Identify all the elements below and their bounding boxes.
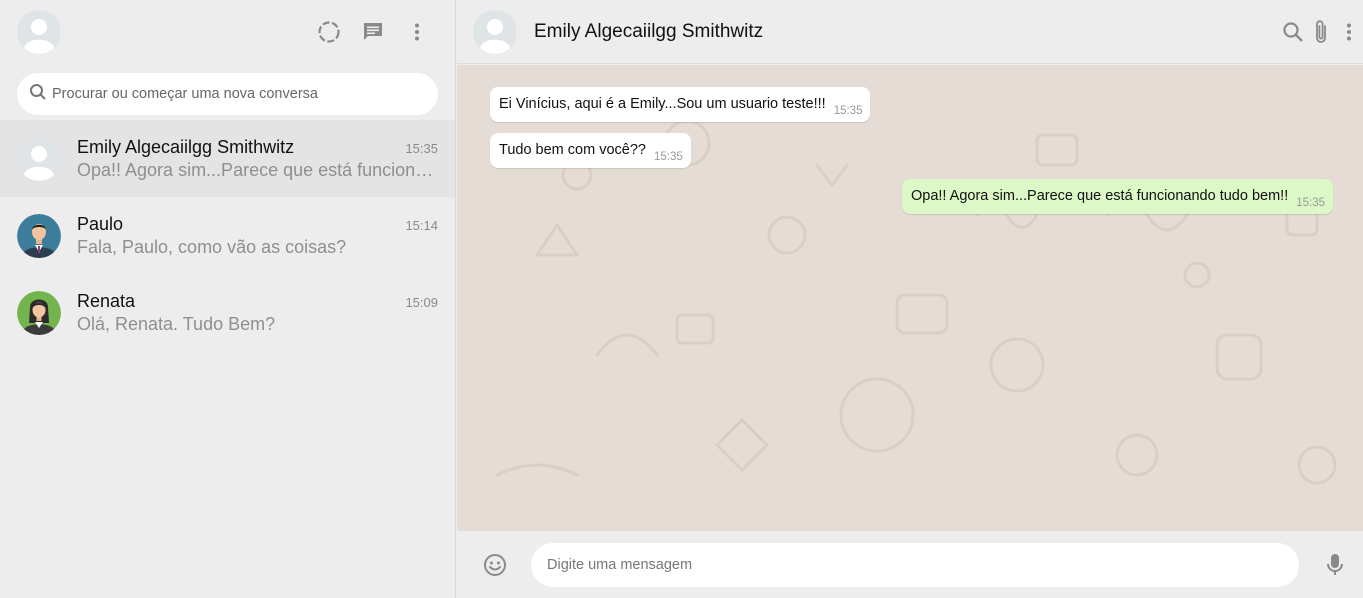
chat-list: Emily Algecaiilgg Smithwitz 15:35 Opa!! …	[0, 120, 455, 351]
menu-icon[interactable]	[395, 10, 439, 54]
chat-top: Renata 15:09	[77, 291, 438, 312]
message-bubble[interactable]: Tudo bem com você?? 15:35	[490, 133, 691, 168]
search-area	[0, 64, 455, 120]
message-incoming: Ei Vinícius, aqui é a Emily...Sou um usu…	[490, 87, 1333, 122]
message-text: Ei Vinícius, aqui é a Emily...Sou um usu…	[499, 96, 826, 112]
chat-info: Emily Algecaiilgg Smithwitz 15:35 Opa!! …	[77, 137, 438, 181]
chat-item-renata[interactable]: Renata 15:09 Olá, Renata. Tudo Bem?	[0, 274, 455, 351]
search-icon	[29, 83, 47, 106]
message-bubble[interactable]: Ei Vinícius, aqui é a Emily...Sou um usu…	[490, 87, 871, 122]
message-text: Tudo bem com você??	[499, 142, 646, 158]
search-icon[interactable]	[1279, 10, 1307, 54]
message-text: Opa!! Agora sim...Parece que está funcio…	[910, 188, 1289, 204]
sidebar-header	[0, 0, 455, 64]
message-bubble[interactable]: Opa!! Agora sim...Parece que está funcio…	[901, 179, 1333, 214]
default-avatar	[17, 136, 61, 181]
message-time: 15:35	[833, 105, 863, 117]
message-incoming: Tudo bem com você?? 15:35	[490, 133, 1333, 168]
status-icon[interactable]	[307, 10, 351, 54]
chat-last-message: Olá, Renata. Tudo Bem?	[77, 313, 276, 334]
search-input[interactable]	[52, 86, 426, 102]
conversation-actions	[1279, 10, 1363, 54]
chat-info: Renata 15:09 Olá, Renata. Tudo Bem?	[77, 291, 438, 335]
chat-last-message: Fala, Paulo, como vão as coisas?	[77, 236, 347, 257]
message-input[interactable]	[531, 542, 1299, 587]
chat-last-message: Opa!! Agora sim...Parece que está funcio…	[77, 159, 438, 180]
chat-item-emily[interactable]: Emily Algecaiilgg Smithwitz 15:35 Opa!! …	[0, 120, 455, 197]
chat-name: Paulo	[77, 213, 124, 234]
search-box	[17, 73, 438, 115]
mic-icon[interactable]	[1321, 543, 1349, 587]
chat-top: Emily Algecaiilgg Smithwitz 15:35	[77, 137, 438, 158]
composer	[457, 531, 1363, 598]
sidebar: Emily Algecaiilgg Smithwitz 15:35 Opa!! …	[0, 0, 456, 598]
chat-time: 15:14	[405, 217, 438, 233]
message-time: 15:35	[653, 151, 683, 163]
man-avatar	[17, 213, 61, 258]
emoji-icon[interactable]	[481, 543, 509, 587]
chat-top: Paulo 15:14	[77, 214, 438, 235]
sidebar-actions	[307, 10, 439, 54]
message-outgoing: Opa!! Agora sim...Parece que está funcio…	[490, 179, 1333, 214]
chat-time: 15:35	[405, 140, 438, 156]
contact-avatar[interactable]	[473, 9, 517, 54]
chat-item-paulo[interactable]: Paulo 15:14 Fala, Paulo, como vão as coi…	[0, 197, 455, 274]
attach-icon[interactable]	[1307, 10, 1335, 54]
my-avatar[interactable]	[17, 10, 61, 54]
conversation-header: Emily Algecaiilgg Smithwitz	[457, 0, 1363, 64]
chat-info: Paulo 15:14 Fala, Paulo, como vão as coi…	[77, 214, 438, 258]
chat-time: 15:09	[405, 294, 438, 310]
menu-icon[interactable]	[1335, 10, 1363, 54]
conversation-panel: Emily Algecaiilgg Smithwitz Ei Vinícius,…	[457, 0, 1363, 598]
message-time: 15:35	[1296, 197, 1325, 209]
chat-name: Renata	[77, 290, 136, 311]
woman-avatar	[17, 290, 61, 335]
contact-name[interactable]: Emily Algecaiilgg Smithwitz	[534, 21, 763, 43]
message-area: Ei Vinícius, aqui é a Emily...Sou um usu…	[457, 65, 1363, 531]
new-chat-icon[interactable]	[351, 10, 395, 54]
chat-name: Emily Algecaiilgg Smithwitz	[77, 136, 295, 157]
